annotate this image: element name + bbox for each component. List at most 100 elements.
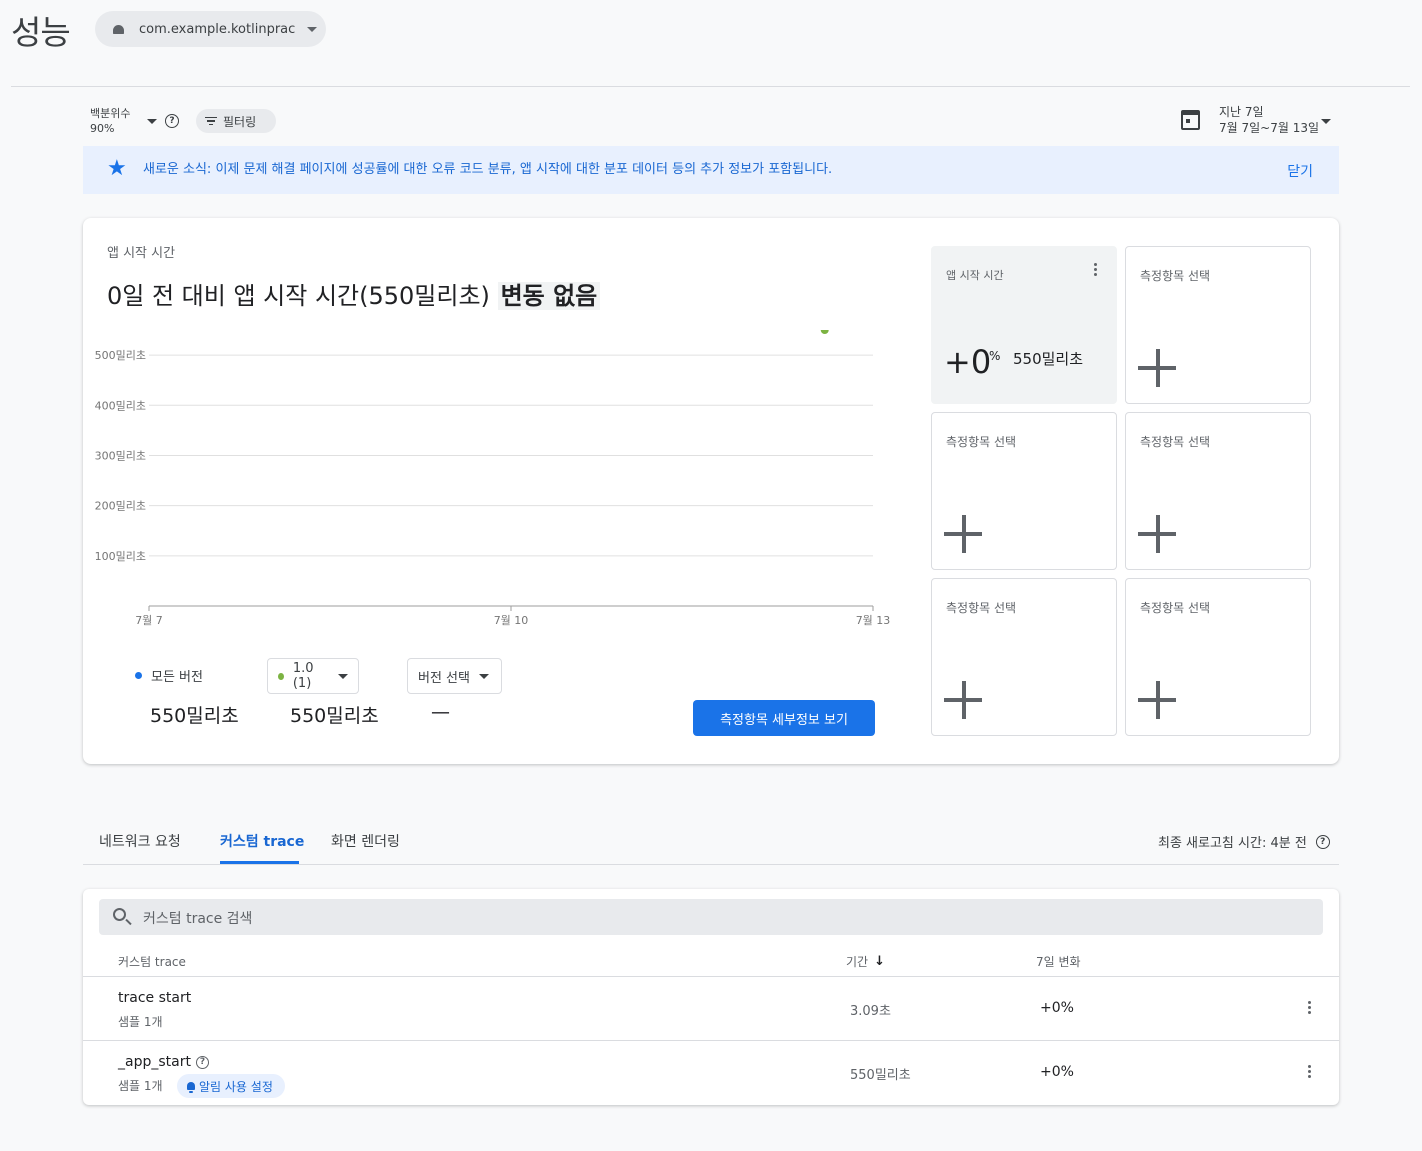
filter-label: 필터링 [223,114,257,129]
metric-tile-startup[interactable]: 앱 시작 시간 +0 % 550밀리초 [931,246,1117,404]
row-divider [83,976,1339,977]
filter-button[interactable]: 필터링 [196,109,276,133]
tabs-divider [83,864,1339,865]
date-dropdown-icon[interactable] [1321,119,1331,124]
data-point [820,330,829,334]
trace-duration: 3.09초 [850,1004,891,1019]
header-divider [11,86,1410,87]
tab-custom-trace[interactable]: 커스텀 trace [220,831,304,851]
add-icon [1138,349,1176,387]
tile-change: +0 [944,343,992,381]
help-icon[interactable]: ? [195,1055,209,1069]
tile-label: 측정항목 선택 [946,435,1017,449]
trace-row-name[interactable]: _app_start ? [118,1054,209,1070]
more-vert-icon[interactable] [1308,1065,1311,1078]
tile-label: 앱 시작 시간 [946,269,1004,282]
date-range-label: 지난 7일 [1219,105,1264,119]
tile-label: 측정항목 선택 [946,601,1017,615]
app-selector[interactable]: com.example.kotlinprac [95,11,326,47]
value-all-versions: 550밀리초 [150,705,239,727]
tile-change-unit: % [989,349,1001,363]
value-version: 550밀리초 [290,705,379,727]
app-selector-label: com.example.kotlinprac [139,21,296,37]
trace-name[interactable]: trace start [118,990,191,1006]
metric-tile-empty[interactable]: 측정항목 선택 [1125,246,1311,404]
y-tick-label: 500밀리초 [95,349,146,362]
x-tick-label: 7월 7 [135,614,163,627]
metric-headline: 0일 전 대비 앱 시작 시간(550밀리초) 변동 없음 [107,276,601,311]
y-tick-label: 300밀리초 [95,449,146,462]
value-empty: — [431,701,450,723]
metric-details-button[interactable]: 측정항목 세부정보 보기 [693,700,875,736]
star-icon: ★ [107,156,127,181]
version-selector-1[interactable]: 1.0 (1) [267,658,359,694]
date-range-value: 7월 7일~7월 13일 [1219,121,1320,135]
add-icon [1138,681,1176,719]
trace-samples: 샘플 1개 [118,1015,163,1029]
chevron-down-icon [338,673,348,679]
bell-icon [187,1082,195,1093]
banner-message: 새로운 소식: 이제 문제 해결 페이지에 성공률에 대한 오류 코드 분류, … [143,162,833,177]
metric-tile-empty[interactable]: 측정항목 선택 [931,412,1117,570]
startup-time-chart: 100밀리초 200밀리초 300밀리초 400밀리초 500밀리초 7월 7 7월 10 7… [95,330,890,627]
enable-alert-chip[interactable]: 알림 사용 설정 [177,1074,285,1098]
percentile-value: 90% [90,122,115,135]
y-tick-label: 100밀리초 [95,550,146,563]
column-header-name[interactable]: 커스텀 trace [118,953,186,970]
tab-screen-rendering[interactable]: 화면 렌더링 [331,831,400,851]
trace-search[interactable]: 커스텀 trace 검색 [99,899,1323,935]
search-icon [113,908,126,921]
add-icon [944,515,982,553]
calendar-icon[interactable] [1181,110,1200,130]
row-divider [83,1040,1339,1041]
page-title: 성능 [11,13,71,52]
y-tick-label: 400밀리초 [95,399,146,412]
tab-network-requests[interactable]: 네트워크 요청 [99,831,181,851]
version-selector-2[interactable]: 버전 선택 [407,658,502,694]
percentile-label: 백분위수 [90,107,131,120]
add-icon [1138,515,1176,553]
search-input[interactable]: 커스텀 trace 검색 [143,908,252,928]
trace-name: _app_start [118,1054,191,1070]
legend-all-versions-label: 모든 버전 [151,670,203,685]
help-icon[interactable]: ? [1315,834,1330,849]
trace-change: +0% [1040,1000,1074,1016]
column-header-duration[interactable]: 기간 ↓ [846,953,885,970]
arrow-down-icon: ↓ [874,954,885,969]
tile-value: 550밀리초 [1013,350,1084,368]
filter-icon [205,116,217,126]
trace-samples: 샘플 1개 [118,1079,163,1093]
chevron-down-icon [478,673,489,679]
trace-duration: 550밀리초 [850,1068,911,1083]
percentile-dropdown-icon[interactable] [147,119,157,124]
refresh-text: 최종 새로고침 시간: 4분 전 [1158,836,1307,851]
more-vert-icon[interactable] [1094,263,1097,276]
add-icon [944,681,982,719]
x-tick-label: 7월 10 [494,614,529,627]
more-vert-icon[interactable] [1308,1001,1311,1014]
version-select-placeholder: 버전 선택 [418,670,470,686]
news-banner: ★ 새로운 소식: 이제 문제 해결 페이지에 성공률에 대한 오류 코드 분류… [83,146,1339,194]
metric-subtitle: 앱 시작 시간 [107,246,176,261]
android-icon [113,24,124,34]
metric-headline-text: 0일 전 대비 앱 시작 시간(550밀리초) [107,282,490,310]
tile-label: 측정항목 선택 [1140,435,1211,449]
metric-headline-highlight: 변동 없음 [497,282,601,310]
version-selected-label: 1.0 (1) [292,661,314,691]
percentile-selector[interactable]: 백분위수 90% [90,106,130,136]
column-header-change[interactable]: 7일 변화 [1036,953,1081,970]
legend-dot-icon [278,672,284,680]
metric-tile-empty[interactable]: 측정항목 선택 [931,578,1117,736]
metric-tile-empty[interactable]: 측정항목 선택 [1125,578,1311,736]
help-icon[interactable]: ? [165,114,179,128]
legend-all-versions: 모든 버전 [135,666,203,685]
tile-label: 측정항목 선택 [1140,269,1211,283]
date-range-selector[interactable]: 지난 7일 7월 7일~7월 13일 [1219,104,1319,136]
trace-change: +0% [1040,1064,1074,1080]
metric-tile-empty[interactable]: 측정항목 선택 [1125,412,1311,570]
chevron-down-icon [307,26,318,32]
enable-alert-label: 알림 사용 설정 [199,1079,273,1094]
y-tick-label: 200밀리초 [95,500,146,513]
banner-close-button[interactable]: 닫기 [1287,161,1313,181]
legend-dot-icon [135,672,142,679]
